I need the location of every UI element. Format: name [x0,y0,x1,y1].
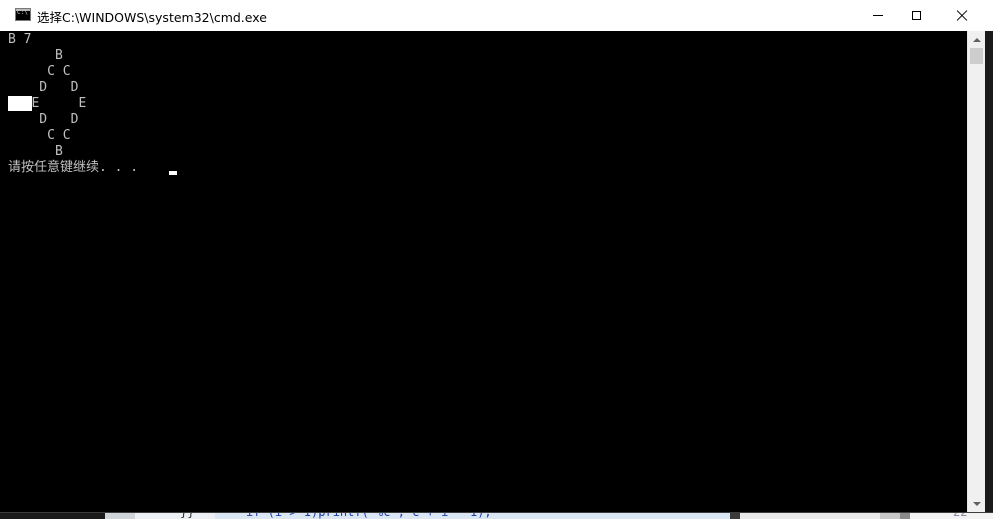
maximize-icon [911,11,921,20]
title-bar[interactable]: 选择C:\WINDOWS\system32\cmd.exe [0,0,993,32]
console-line: B [8,48,63,63]
console-line: C C [8,64,71,79]
console-line: B [8,144,63,159]
close-button[interactable] [939,0,985,31]
window-title: 选择C:\WINDOWS\system32\cmd.exe [37,10,267,25]
vertical-scrollbar[interactable] [967,31,985,512]
arrow-down-icon [972,501,981,506]
console-line: E E [8,96,87,111]
scroll-up-button[interactable] [968,31,985,48]
console-line: D D [8,80,79,95]
cmd-window: 选择C:\WINDOWS\system32\cmd.exe B 7 B C C … [0,0,993,512]
arrow-up-icon [972,37,981,42]
desktop: }} if (i > 1)printf("%c", c + i - 1); 22… [0,0,993,519]
console-line: C C [8,128,71,143]
window-edge [985,31,993,512]
console-prompt: 请按任意键继续. . . [8,160,146,175]
console-line: D D [8,112,79,127]
console-output[interactable]: B 7 B C C D D E E D D C C B 请按任意键继续. . . [0,31,967,512]
minimize-icon [873,15,883,16]
text-cursor [169,171,177,175]
close-icon [956,10,968,22]
scroll-thumb[interactable] [970,48,983,64]
cmd-icon[interactable] [15,8,31,21]
console-line: B 7 [8,32,32,47]
scroll-down-button[interactable] [968,495,985,512]
maximize-button[interactable] [893,0,939,31]
